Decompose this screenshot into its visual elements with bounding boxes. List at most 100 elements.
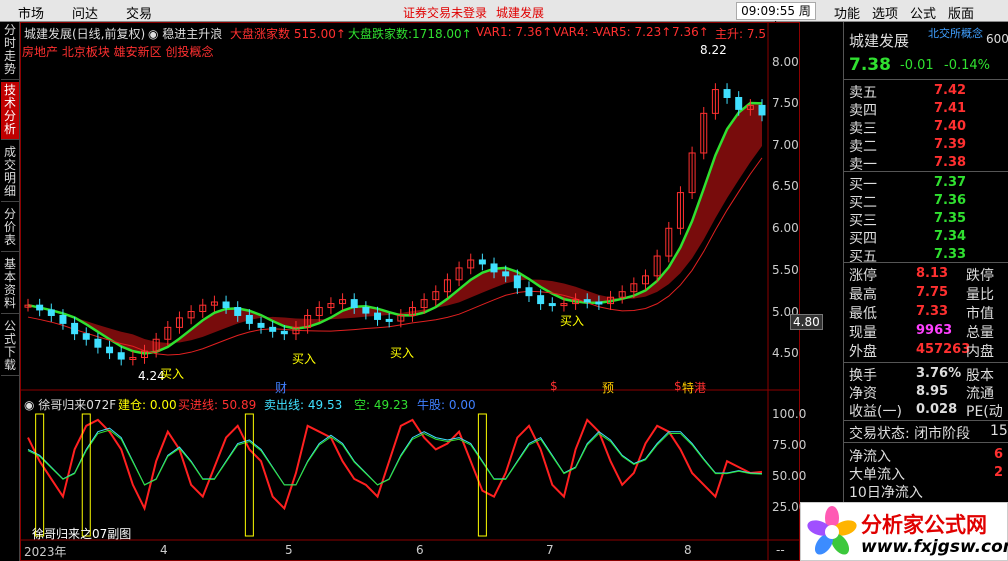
sub-hdr-buyline: 买进线: 50.89 [178, 396, 256, 413]
sub-hdr-empty-value: 49.23 [373, 398, 409, 412]
sub-hdr-build: 建仓: 0.00 [118, 396, 177, 413]
hdr-var6-value: 7.36↑ [672, 25, 709, 39]
hdr-main-rise-value: 7.5 [746, 27, 766, 41]
bid-label: 买三 [849, 213, 877, 229]
ask-price[interactable]: 7.41 [934, 101, 966, 116]
candle [758, 104, 766, 116]
tab-formula-download[interactable]: 公式下载 [1, 318, 19, 376]
bid-price[interactable]: 7.37 [934, 175, 966, 190]
stat-label: 收益(一) [849, 404, 902, 420]
flow-label: 净流入 [849, 449, 891, 465]
bid-price[interactable]: 7.33 [934, 247, 966, 262]
bid-price[interactable]: 7.36 [934, 193, 966, 208]
menu-market[interactable]: 市场 [18, 3, 44, 22]
hdr-var1: VAR1: 7.36↑ [476, 25, 552, 39]
stat-value: 8.95 [916, 384, 949, 399]
event-marker[interactable]: $ [674, 379, 682, 393]
menu-wenda[interactable]: 问达 [72, 3, 98, 22]
stat-value: 457263 [916, 342, 971, 357]
stat-label: 内盘 [966, 344, 994, 360]
menu-formula[interactable]: 公式 [910, 3, 936, 22]
trade-status: 交易状态: 闭市阶段 [849, 426, 971, 442]
ask-label: 卖五 [849, 85, 877, 101]
price-tick: 7.50 [772, 96, 799, 110]
candle [385, 318, 393, 322]
candle [502, 271, 510, 277]
tab-price-table[interactable]: 分价表 [1, 206, 19, 252]
hdr-var4-label: VAR4: [553, 25, 589, 39]
bid-price[interactable]: 7.35 [934, 211, 966, 226]
clock: 09:09:55 周六 [736, 2, 816, 34]
candle [234, 307, 242, 316]
hdr-main-rise-label: 主升: [715, 27, 744, 41]
hdr-var1-label: VAR1: [476, 25, 512, 39]
build-marker [477, 413, 487, 537]
sub-hdr-bull-value: 0.00 [448, 398, 476, 412]
tab-intraday[interactable]: 分时走势 [1, 22, 19, 80]
tab-technical[interactable]: 技术分析 [1, 82, 19, 140]
event-marker[interactable]: 预 [602, 379, 614, 396]
menu-layout[interactable]: 版面 [948, 3, 974, 22]
ask-price[interactable]: 7.39 [934, 137, 966, 152]
menu-options[interactable]: 选项 [872, 3, 898, 22]
chart-canvas[interactable] [20, 22, 800, 561]
ask-label: 卖二 [849, 139, 877, 155]
event-marker[interactable]: $ [550, 379, 558, 393]
hdr-main-rise: 主升: 7.5 [715, 25, 766, 42]
sub-hdr-buyline-value: 50.89 [221, 398, 257, 412]
hdr-var5: VAR5: 7.23↑ [595, 25, 671, 39]
date-tick: 8 [684, 543, 692, 557]
date-tick: 2023年 [24, 545, 67, 559]
candle [374, 312, 382, 320]
ask-label: 卖四 [849, 103, 877, 119]
candle [595, 301, 603, 305]
stat-label: 跌停 [966, 268, 994, 284]
bid-label: 买五 [849, 249, 877, 265]
stat-label: 外盘 [849, 344, 877, 360]
stock-link[interactable]: 城建发展 [496, 4, 544, 21]
sub-hdr-sellline-value: 49.53 [307, 398, 343, 412]
ask-price[interactable]: 7.40 [934, 119, 966, 134]
bid-label: 买四 [849, 231, 877, 247]
stat-label: 量比 [966, 287, 994, 303]
empty-line [27, 429, 763, 486]
stat-label: 净资 [849, 386, 877, 402]
indicator-name[interactable]: ◉ 稳进主升浪 [148, 25, 222, 42]
candle [280, 330, 288, 335]
flow-value: 2 [994, 465, 1004, 480]
sub-hdr-sellline: 卖出线: 49.53 [264, 396, 342, 413]
event-marker[interactable]: 财 [275, 379, 287, 396]
sub-hdr-buyline-label: 买进线: [178, 398, 219, 412]
price-tick: 8.00 [772, 55, 799, 69]
ask-price[interactable]: 7.42 [934, 83, 966, 98]
concept-tags[interactable]: 房地产 北京板块 雄安新区 创投概念 [22, 43, 213, 60]
concept-badge[interactable]: 北交所概念 [928, 25, 983, 41]
high-label: 8.22 [700, 43, 727, 57]
candle [490, 263, 498, 273]
event-marker[interactable]: 特 [682, 379, 694, 396]
login-notice[interactable]: 证券交易未登录 [403, 4, 487, 21]
divider [844, 362, 1008, 363]
menu-function[interactable]: 功能 [834, 3, 860, 22]
sub-tick: 100.0 [772, 407, 807, 421]
sub-hdr-bull-label: 牛股: [417, 398, 446, 412]
price-tick: 5.50 [772, 263, 799, 277]
candle [71, 322, 79, 335]
date-tick: 6 [416, 543, 424, 557]
menu-trade[interactable]: 交易 [126, 3, 152, 22]
candle [513, 275, 521, 289]
stat-label: 最低 [849, 306, 877, 322]
stat-value: 7.33 [916, 304, 949, 319]
current-price: 7.38 [849, 55, 891, 75]
logo-title: 分析家公式网 [861, 513, 987, 537]
tab-trades[interactable]: 成交明细 [1, 144, 19, 202]
price-tick: 7.00 [772, 138, 799, 152]
candle [269, 326, 277, 332]
tab-profile[interactable]: 基本资料 [1, 256, 19, 314]
stat-label: 换手 [849, 368, 877, 384]
candle [583, 299, 591, 303]
sub-indicator-name[interactable]: ◉ 徐哥归来072F [24, 396, 116, 413]
bid-price[interactable]: 7.34 [934, 229, 966, 244]
ask-price[interactable]: 7.38 [934, 155, 966, 170]
event-marker[interactable]: 港 [694, 379, 706, 396]
